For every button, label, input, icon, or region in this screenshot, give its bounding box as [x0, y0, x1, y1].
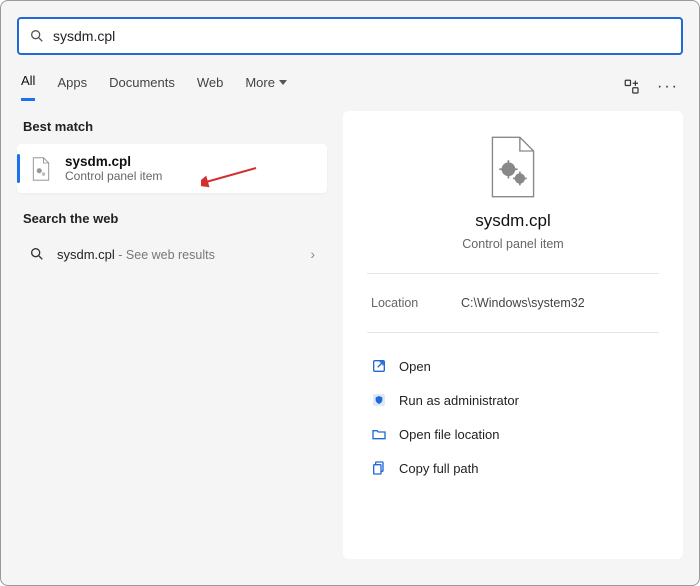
action-run-admin-label: Run as administrator — [399, 393, 519, 408]
search-web-label: Search the web — [23, 211, 327, 226]
location-row: Location C:\Windows\system32 — [367, 290, 659, 328]
action-open-location[interactable]: Open file location — [367, 417, 659, 451]
copy-icon — [371, 460, 387, 476]
tab-more[interactable]: More — [245, 75, 287, 100]
more-options-button[interactable]: ··· — [657, 78, 679, 96]
action-open-location-label: Open file location — [399, 427, 499, 442]
best-match-subtitle: Control panel item — [65, 169, 162, 183]
preview-subtitle: Control panel item — [462, 237, 563, 251]
location-value: C:\Windows\system32 — [461, 296, 585, 310]
web-result-suffix: - See web results — [115, 248, 215, 262]
content-area: Best match sysdm.cpl Control panel item … — [1, 101, 699, 575]
action-open[interactable]: Open — [367, 349, 659, 383]
search-input[interactable] — [53, 28, 671, 44]
tab-documents[interactable]: Documents — [109, 75, 175, 100]
divider — [367, 332, 659, 333]
search-bar[interactable] — [17, 17, 683, 55]
results-column: Best match sysdm.cpl Control panel item … — [17, 111, 327, 559]
filter-tabs: All Apps Documents Web More ··· — [1, 63, 699, 101]
action-copy-path-label: Copy full path — [399, 461, 479, 476]
best-match-title: sysdm.cpl — [65, 154, 162, 169]
search-icon — [29, 246, 45, 262]
chevron-down-icon — [279, 80, 287, 85]
shield-icon — [371, 392, 387, 408]
chevron-right-icon: › — [310, 246, 315, 262]
location-label: Location — [371, 296, 461, 310]
preview-title: sysdm.cpl — [475, 211, 551, 231]
tab-apps[interactable]: Apps — [57, 75, 87, 100]
search-window: All Apps Documents Web More ··· Best mat… — [0, 0, 700, 586]
tab-all[interactable]: All — [21, 73, 35, 101]
open-icon — [371, 358, 387, 374]
action-run-admin[interactable]: Run as administrator — [367, 383, 659, 417]
search-icon — [29, 28, 45, 44]
web-search-result[interactable]: sysdm.cpl - See web results › — [17, 236, 327, 272]
best-match-label: Best match — [23, 119, 327, 134]
tab-web[interactable]: Web — [197, 75, 224, 100]
apps-icon[interactable] — [623, 78, 641, 96]
folder-icon — [371, 426, 387, 442]
best-match-result[interactable]: sysdm.cpl Control panel item — [17, 144, 327, 193]
preview-panel: sysdm.cpl Control panel item Location C:… — [343, 111, 683, 559]
tab-more-label: More — [245, 75, 275, 90]
web-result-query: sysdm.cpl — [57, 247, 115, 262]
action-open-label: Open — [399, 359, 431, 374]
divider — [367, 273, 659, 274]
control-panel-file-icon — [485, 135, 541, 199]
control-panel-file-icon — [29, 157, 53, 181]
action-copy-path[interactable]: Copy full path — [367, 451, 659, 485]
